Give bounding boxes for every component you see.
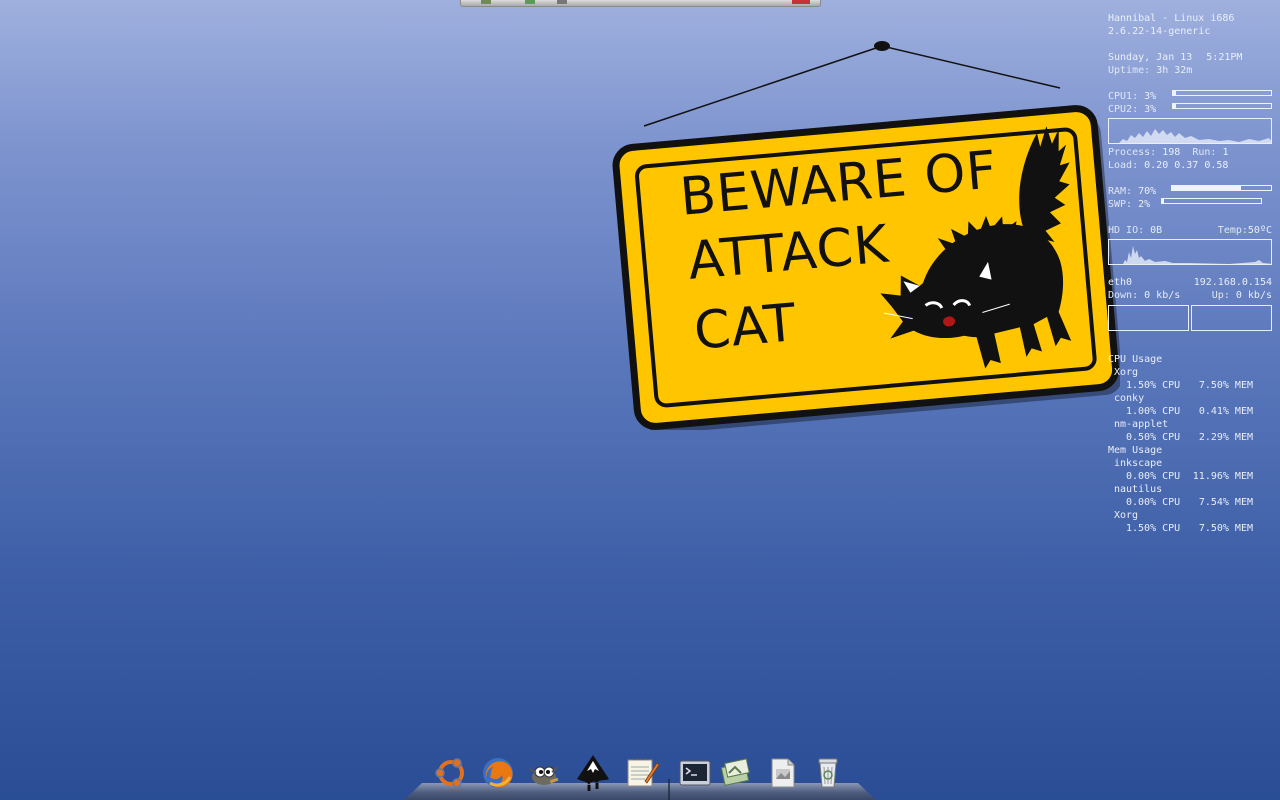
cpu1-bar — [1172, 90, 1272, 96]
process-name: Xorg — [1114, 510, 1139, 521]
process-cpu: 0.00% CPU — [1126, 471, 1181, 482]
swp-bar — [1161, 198, 1262, 204]
dock-item-file-manager[interactable] — [716, 753, 754, 793]
process-name: nm-applet — [1114, 419, 1169, 430]
process-name: nautilus — [1114, 484, 1163, 495]
load-label: Load: — [1108, 160, 1139, 171]
process-name: Xorg — [1114, 367, 1139, 378]
process-name: inkscape — [1114, 458, 1163, 469]
process-stats: 0.00% CPU 11.96% MEM — [1108, 470, 1272, 483]
text-editor-icon — [627, 758, 659, 787]
cpu2-value: 3% — [1144, 104, 1157, 115]
dock-item-firefox[interactable] — [479, 753, 517, 793]
down-value: 0 kb/s — [1144, 290, 1181, 301]
inkscape-icon — [577, 755, 609, 791]
terminal-icon — [679, 760, 711, 786]
run-label: Run: — [1192, 147, 1217, 158]
firefox-icon — [483, 758, 513, 788]
down-label: Down: — [1108, 290, 1139, 301]
sign-line-3: CAT — [691, 293, 800, 362]
ubuntu-icon — [435, 758, 464, 788]
process-mem: 11.96% MEM — [1192, 471, 1253, 482]
dock-item-inkscape[interactable] — [574, 753, 612, 793]
process-cpu: 1.00% CPU — [1126, 406, 1181, 417]
uptime-value: 3h 32m — [1156, 65, 1193, 76]
temp-value: 50ºC — [1247, 225, 1272, 236]
download-graph — [1108, 305, 1189, 331]
cpu2-label: CPU2: — [1108, 104, 1139, 115]
cpu-process-list: Xorg 1.50% CPU 7.50% MEM conky 1.00% CPU 0.41… — [1108, 366, 1272, 444]
hdio-graph — [1108, 239, 1272, 265]
date-text: Sunday, Jan 13 — [1108, 52, 1193, 63]
cpu1-value: 3% — [1144, 91, 1157, 102]
panel-app-icon[interactable] — [525, 0, 535, 4]
attack-cat-sign: BEWARE OF ATTACK CAT — [600, 30, 1120, 430]
hdio-label: HD IO: — [1108, 225, 1145, 236]
sign-string-left — [643, 45, 883, 127]
panel-launcher-icon[interactable] — [557, 0, 567, 4]
gimp-icon — [529, 766, 559, 785]
process-mem: 2.29% MEM — [1198, 432, 1253, 443]
trash-icon — [818, 758, 838, 788]
process-mem: 0.41% MEM — [1198, 406, 1253, 417]
ram-bar — [1171, 185, 1272, 191]
ram-value: 70% — [1138, 186, 1157, 197]
dock-item-terminal[interactable] — [676, 753, 714, 793]
file-manager-icon — [720, 758, 750, 786]
process-stats: 0.50% CPU 2.29% MEM — [1108, 431, 1272, 444]
process-stats: 1.50% CPU 7.50% MEM — [1108, 379, 1272, 392]
up-value: 0 kb/s — [1235, 290, 1272, 301]
hdio-value: 0B — [1150, 225, 1163, 236]
temp-label: Temp: — [1217, 225, 1248, 236]
process-stats: 1.00% CPU 0.41% MEM — [1108, 405, 1272, 418]
process-stats: 0.00% CPU 7.54% MEM — [1108, 496, 1272, 509]
process-value: 198 — [1162, 147, 1181, 158]
panel-menu-icon[interactable] — [481, 0, 491, 4]
ram-label: RAM: — [1108, 186, 1133, 197]
process-label: Process: — [1108, 147, 1157, 158]
dock-separator — [668, 779, 670, 800]
process-name: conky — [1114, 393, 1145, 404]
iface-name: eth0 — [1108, 277, 1133, 288]
process-cpu: 0.50% CPU — [1126, 432, 1181, 443]
time-text: 5:21PM — [1206, 52, 1243, 63]
cpu2-bar — [1172, 103, 1272, 109]
process-cpu: 0.00% CPU — [1126, 497, 1181, 508]
up-label: Up: — [1211, 290, 1230, 301]
sign-string-right — [881, 45, 1061, 89]
top-panel[interactable] — [460, 0, 821, 7]
process-cpu: 1.50% CPU — [1126, 380, 1181, 391]
kernel-version: 2.6.22-14-generic — [1108, 26, 1211, 37]
process-mem: 7.54% MEM — [1198, 497, 1253, 508]
mem-process-list: inkscape 0.00% CPU 11.96% MEM nautilus 0.00%… — [1108, 457, 1272, 535]
dock-item-trash[interactable] — [809, 753, 847, 793]
cpu1-label: CPU1: — [1108, 91, 1139, 102]
cpu-usage-title: CPU Usage — [1108, 354, 1163, 365]
dock-item-document[interactable] — [763, 753, 801, 793]
host-line: Hannibal - Linux i686 — [1108, 13, 1235, 24]
swp-label: SWP: — [1108, 199, 1133, 210]
sign-nail — [874, 41, 890, 51]
dock-item-ubuntu[interactable] — [432, 753, 470, 793]
load-value: 0.20 0.37 0.58 — [1144, 160, 1229, 171]
dock-item-gimp[interactable] — [525, 753, 563, 793]
panel-close-icon[interactable] — [792, 0, 810, 4]
cpu-graph — [1108, 118, 1272, 144]
ip-address: 192.168.0.154 — [1193, 277, 1272, 288]
process-mem: 7.50% MEM — [1198, 380, 1253, 391]
process-mem: 7.50% MEM — [1198, 523, 1253, 534]
document-icon — [771, 758, 795, 788]
uptime-label: Uptime: — [1108, 65, 1151, 76]
mem-usage-title: Mem Usage — [1108, 445, 1163, 456]
run-value: 1 — [1222, 147, 1229, 158]
dock-item-text-editor[interactable] — [622, 753, 660, 793]
swp-value: 2% — [1138, 199, 1151, 210]
upload-graph — [1191, 305, 1272, 331]
process-stats: 1.50% CPU 7.50% MEM — [1108, 522, 1272, 535]
process-cpu: 1.50% CPU — [1126, 523, 1181, 534]
conky-monitor: Hannibal - Linux i686 2.6.22-14-generic … — [1108, 12, 1272, 535]
dock — [404, 751, 876, 800]
